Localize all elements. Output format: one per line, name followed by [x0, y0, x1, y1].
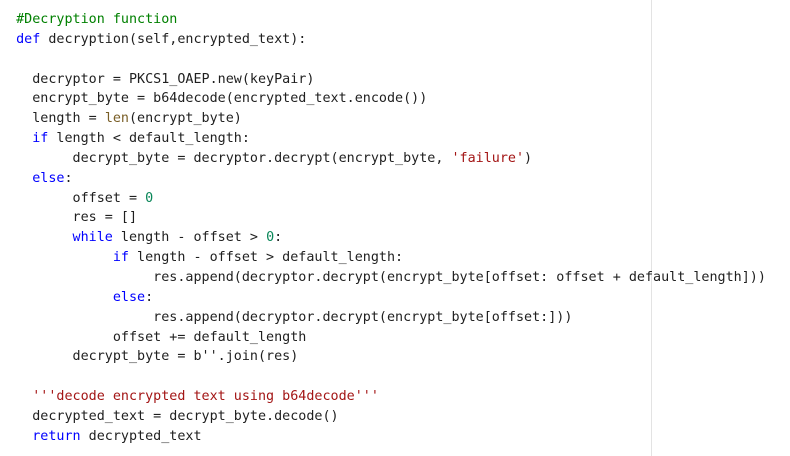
- code-line: length = len(encrypt_byte): [0, 109, 766, 129]
- code-token-keyword: return: [0, 428, 81, 444]
- code-token-number: 0: [145, 190, 154, 206]
- code-line: decrypt_byte = decryptor.decrypt(encrypt…: [0, 149, 766, 169]
- code-line: decrypt_byte = b''.join(res): [0, 347, 766, 367]
- code-token-plain: length =: [0, 111, 105, 127]
- code-line: res = []: [0, 208, 766, 228]
- code-token-keyword: else: [0, 289, 146, 305]
- code-token-plain: res.append(decryptor.decrypt(encrypt_byt…: [0, 269, 766, 285]
- code-line: if length < default_length:: [0, 129, 766, 149]
- code-line: res.append(decryptor.decrypt(encrypt_byt…: [0, 268, 766, 288]
- code-token-plain: encrypt_byte = b64decode(encrypted_text.…: [0, 91, 428, 107]
- code-line: else:: [0, 169, 766, 189]
- code-token-string: 'failure': [451, 150, 525, 166]
- code-token-plain: decrypt_byte = decryptor.decrypt(encrypt…: [0, 150, 452, 166]
- code-line: def decryption(self,encrypted_text):: [0, 30, 766, 50]
- code-token-plain: :: [145, 289, 154, 305]
- code-token-number: 0: [266, 230, 275, 246]
- code-token-plain: ): [524, 150, 533, 166]
- code-token-plain: length - offset >: [112, 230, 267, 246]
- code-token-plain: decrypted_text = decrypt_byte.decode(): [0, 408, 339, 424]
- code-line: else:: [0, 288, 766, 308]
- code-token-plain: length < default_length:: [48, 131, 250, 147]
- code-token-keyword: if: [0, 250, 129, 266]
- code-token-plain: (encrypt_byte): [129, 111, 242, 127]
- code-token-builtin: len: [104, 111, 129, 127]
- code-line: res.append(decryptor.decrypt(encrypt_byt…: [0, 308, 766, 328]
- code-block[interactable]: #Decryption function def decryption(self…: [0, 10, 766, 447]
- code-line: encrypt_byte = b64decode(encrypted_text.…: [0, 89, 766, 109]
- code-token-keyword: if: [0, 131, 49, 147]
- code-line: decrypted_text = decrypt_byte.decode(): [0, 407, 766, 427]
- code-token-keyword: while: [0, 230, 113, 246]
- code-line: if length - offset > default_length:: [0, 248, 766, 268]
- code-token-plain: decryptor = PKCS1_OAEP.new(keyPair): [0, 71, 315, 87]
- code-token-comment: #Decryption function: [0, 12, 178, 27]
- code-line: offset = 0: [0, 189, 766, 209]
- code-editor[interactable]: #Decryption function def decryption(self…: [0, 0, 790, 456]
- code-token-string: '''decode encrypted text using b64decode…: [0, 389, 379, 405]
- code-token-plain: :: [274, 230, 283, 246]
- code-token-plain: res.append(decryptor.decrypt(encrypt_byt…: [0, 309, 573, 325]
- code-line: decryptor = PKCS1_OAEP.new(keyPair): [0, 70, 766, 90]
- code-token-plain: length - offset > default_length:: [129, 250, 404, 266]
- code-token-plain: decryption(self,encrypted_text):: [40, 31, 307, 47]
- code-token-plain: offset += default_length: [0, 329, 307, 345]
- code-token-plain: res = []: [0, 210, 138, 226]
- code-token-keyword: else: [0, 170, 65, 186]
- code-token-plain: decrypt_byte = b''.join(res): [0, 349, 299, 365]
- code-token-keyword: def: [0, 31, 41, 47]
- code-line: '''decode encrypted text using b64decode…: [0, 387, 766, 407]
- code-line: offset += default_length: [0, 328, 766, 348]
- code-token-plain: offset =: [0, 190, 146, 206]
- code-token-plain: :: [64, 170, 73, 186]
- code-line: return decrypted_text: [0, 427, 766, 447]
- code-line: while length - offset > 0:: [0, 228, 766, 248]
- code-line: #Decryption function: [0, 10, 766, 30]
- code-token-plain: decrypted_text: [80, 428, 202, 444]
